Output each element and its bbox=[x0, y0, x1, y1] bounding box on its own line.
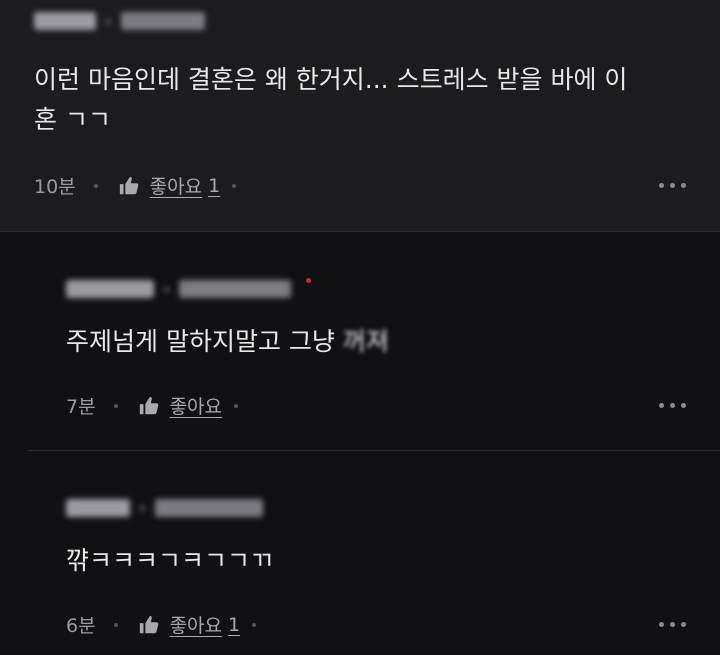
blurred-word: 꺼져 bbox=[342, 327, 389, 356]
author-info-blurred bbox=[66, 280, 291, 298]
comment-time: 10분 bbox=[34, 176, 76, 198]
meta-separator bbox=[232, 183, 237, 188]
meta-separator bbox=[252, 622, 257, 627]
like-label: 좋아요 bbox=[169, 615, 223, 637]
more-options-icon[interactable] bbox=[659, 403, 686, 408]
meta-separator bbox=[234, 403, 239, 408]
like-label: 좋아요 bbox=[149, 176, 203, 198]
more-options-icon[interactable] bbox=[659, 622, 686, 627]
comment-meta: 10분 좋아요 1 bbox=[34, 172, 237, 199]
like-label: 좋아요 bbox=[169, 396, 223, 418]
comment-meta: 6분 좋아요 1 bbox=[66, 611, 257, 638]
like-button[interactable]: 좋아요 1 bbox=[138, 611, 241, 638]
status-dot bbox=[306, 278, 311, 283]
thumbs-up-icon bbox=[119, 176, 138, 194]
comment-item: 이런 마음인데 결혼은 왜 한거지... 스트레스 받을 바에 이 혼 ㄱㄱ 1… bbox=[0, 0, 720, 231]
reply-item: 주제넘게 말하지말고 그냥 꺼져 7분 좋아요 bbox=[0, 232, 720, 450]
comment-time: 6분 bbox=[66, 615, 96, 637]
meta-separator bbox=[113, 403, 118, 408]
like-button[interactable]: 좋아요 bbox=[138, 392, 222, 419]
comment-text: 꺆ㅋㅋㅋㄱㅋㄱㄱㄲ bbox=[66, 546, 274, 575]
author-info-blurred bbox=[66, 499, 263, 517]
comment-text: 주제넘게 말하지말고 그냥 꺼져 bbox=[66, 327, 389, 356]
meta-separator bbox=[93, 183, 98, 188]
thumbs-up-icon bbox=[139, 615, 158, 633]
comment-text: 이런 마음인데 결혼은 왜 한거지... 스트레스 받을 바에 이 혼 ㄱㄱ bbox=[34, 65, 628, 134]
like-button[interactable]: 좋아요 1 bbox=[118, 172, 221, 199]
more-options-icon[interactable] bbox=[659, 183, 686, 188]
comment-time: 7분 bbox=[66, 396, 96, 418]
meta-separator bbox=[113, 622, 118, 627]
comment-meta: 7분 좋아요 bbox=[66, 392, 239, 419]
author-info-blurred bbox=[34, 12, 205, 30]
thumbs-up-icon bbox=[139, 396, 158, 414]
reply-item: 꺆ㅋㅋㅋㄱㅋㄱㄱㄲ 6분 좋아요 1 bbox=[0, 451, 720, 655]
like-count: 1 bbox=[228, 613, 241, 636]
like-count: 1 bbox=[208, 174, 221, 197]
